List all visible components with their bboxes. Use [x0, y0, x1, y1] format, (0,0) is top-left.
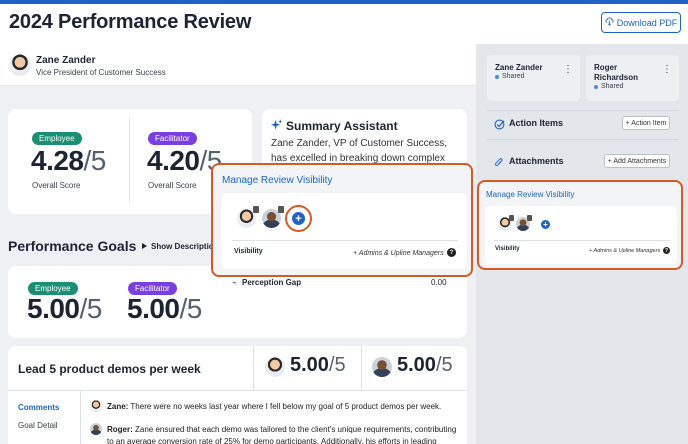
- employee-score-caption: Overall Score: [32, 181, 81, 190]
- paperclip-icon: [494, 155, 504, 173]
- action-items-icon: [494, 117, 505, 135]
- employee-avatar: [265, 357, 285, 377]
- goals-employee-score-value: 5.00: [27, 293, 80, 324]
- plus-icon: +: [295, 212, 302, 225]
- goal-facilitator-score: 5.00/5: [397, 354, 453, 377]
- download-pdf-label: Download PDF: [616, 17, 678, 28]
- sharer-status-label: Shared: [502, 73, 525, 80]
- performance-goals-title: Performance Goals: [8, 238, 137, 254]
- score-denominator: /5: [179, 293, 203, 324]
- sharer-name: Zane Zander: [495, 63, 543, 72]
- download-icon: [605, 17, 614, 28]
- lock-icon: [527, 215, 532, 221]
- add-action-item-button[interactable]: + Action Item: [622, 116, 670, 130]
- sharer-name: Roger Richardson: [594, 63, 639, 82]
- download-pdf-button[interactable]: Download PDF: [601, 12, 681, 33]
- comment-text: Zane ensured that each demo was tailored…: [107, 425, 457, 444]
- sidebar-divider: [487, 110, 679, 111]
- status-dot-icon: [594, 84, 598, 89]
- goal-divider-1: [253, 346, 254, 390]
- visibility-value: + Admins & Upline Managers: [353, 250, 444, 257]
- side-visibility-value: + Admins & Upline Managers: [589, 248, 661, 254]
- sparkle-icon: [270, 119, 283, 137]
- tab-comments[interactable]: Comments: [18, 403, 59, 412]
- help-icon[interactable]: ?: [663, 247, 670, 254]
- show-description-toggle[interactable]: Show Descriptio: [142, 242, 214, 251]
- score-denominator: /5: [83, 145, 107, 176]
- lock-icon: [278, 206, 284, 213]
- goal-employee-score: 5.00/5: [290, 354, 346, 377]
- caret-right-icon: [142, 242, 147, 251]
- comment-zane: Zane: There were no weeks last year wher…: [107, 402, 459, 411]
- lock-icon: [253, 206, 259, 213]
- comment-author: Roger:: [107, 425, 133, 434]
- perception-gap-label: Perception Gap: [242, 278, 302, 287]
- summary-title: Summary Assistant: [286, 119, 398, 133]
- visibility-popup-title: Manage Review Visibility: [222, 175, 333, 186]
- side-visibility-title: Manage Review Visibility: [486, 190, 575, 199]
- tab-divider: [80, 391, 81, 444]
- sharer-status: Shared: [495, 73, 525, 80]
- summary-text: Zane Zander, VP of Customer Success, has…: [271, 138, 448, 164]
- facilitator-badge: Facilitator: [148, 132, 197, 145]
- comment-roger: Roger: Zane ensured that each demo was t…: [107, 424, 459, 444]
- goals-facilitator-score: 5.00/5: [127, 293, 202, 325]
- comment-avatar-roger: [90, 423, 102, 435]
- score-divider: [129, 118, 130, 202]
- facilitator-score-caption: Overall Score: [148, 181, 197, 190]
- perception-gap-icon: ⌁: [232, 278, 237, 287]
- lock-icon: [509, 215, 514, 221]
- goal-facilitator-score-value: 5.00: [397, 354, 436, 376]
- sidebar-divider: [487, 139, 679, 140]
- score-denominator: /5: [435, 354, 453, 376]
- employee-overall-score: 4.28/5: [31, 145, 106, 177]
- sharer-status: Shared: [594, 83, 624, 90]
- more-options-icon[interactable]: ⋮: [563, 64, 573, 75]
- reviewee-role: Vice President of Customer Success: [36, 68, 166, 77]
- page-title: 2024 Performance Review: [9, 11, 252, 33]
- employee-badge: Employee: [32, 132, 82, 145]
- add-viewer-button[interactable]: +: [541, 220, 550, 229]
- add-attachments-button[interactable]: + Add Attachments: [604, 154, 670, 168]
- side-visibility-label: Visibility: [495, 246, 520, 252]
- sharer-status-label: Shared: [601, 83, 624, 90]
- facilitator-score-value: 4.20: [147, 145, 200, 176]
- goals-employee-score: 5.00/5: [27, 293, 102, 325]
- score-denominator: /5: [79, 293, 103, 324]
- tab-goal-detail[interactable]: Goal Detail: [18, 421, 58, 430]
- visibility-popup-card: [221, 193, 467, 269]
- score-denominator: /5: [328, 354, 346, 376]
- action-items-label: Action Items: [509, 118, 564, 128]
- employee-score-value: 4.28: [31, 145, 84, 176]
- goal-divider-2: [361, 346, 362, 390]
- comment-avatar-zane: [90, 400, 102, 412]
- goal-header-divider: [8, 390, 467, 391]
- visibility-divider: [232, 240, 458, 241]
- help-icon[interactable]: ?: [447, 248, 456, 257]
- goal-item-title: Lead 5 product demos per week: [18, 362, 201, 376]
- more-options-icon[interactable]: ⋮: [662, 64, 672, 75]
- status-dot-icon: [495, 74, 499, 79]
- goals-facilitator-score-value: 5.00: [127, 293, 180, 324]
- comment-author: Zane:: [107, 402, 129, 411]
- show-description-label: Show Descriptio: [151, 242, 214, 251]
- comment-text: There were no weeks last year where I fe…: [128, 402, 442, 411]
- perception-gap-value: 0.00: [431, 278, 447, 287]
- reviewee-avatar: [9, 54, 31, 76]
- visibility-divider: [494, 240, 670, 241]
- reviewee-name: Zane Zander: [36, 55, 96, 66]
- goal-employee-score-value: 5.00: [290, 354, 329, 376]
- add-viewer-button[interactable]: +: [292, 212, 305, 225]
- attachments-label: Attachments: [509, 156, 564, 166]
- facilitator-avatar: [372, 357, 392, 377]
- visibility-label: Visibility: [234, 248, 263, 255]
- plus-icon: +: [543, 220, 548, 229]
